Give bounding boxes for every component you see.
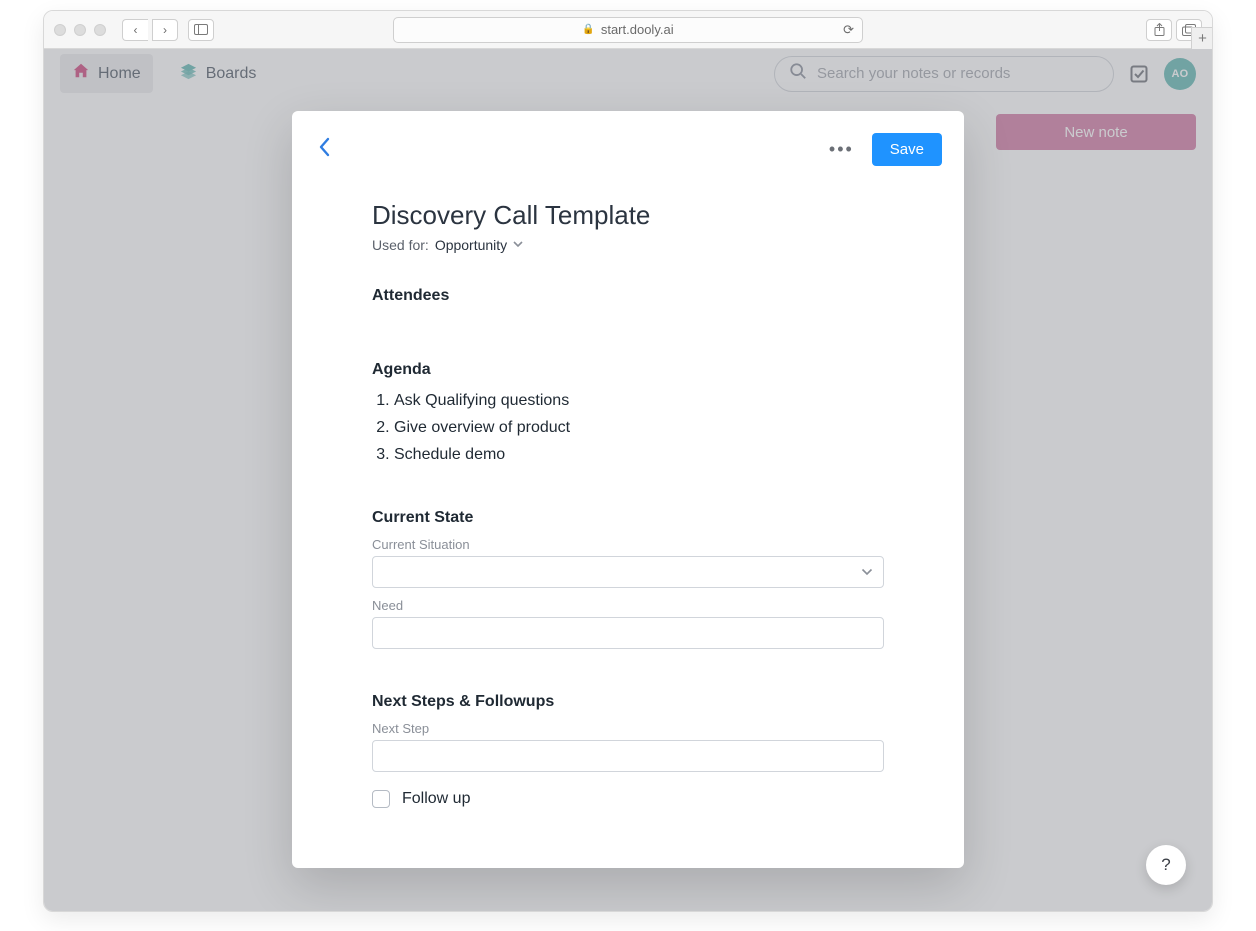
- lock-icon: 🔒: [582, 24, 594, 35]
- template-modal: ••• Save Discovery Call Template Used fo…: [292, 111, 964, 868]
- back-button[interactable]: [314, 134, 336, 166]
- modal-body: Discovery Call Template Used for: Opport…: [292, 172, 964, 808]
- current-situation-select[interactable]: [372, 556, 884, 588]
- chevron-down-icon: [861, 564, 873, 579]
- section-agenda-heading: Agenda: [372, 361, 884, 379]
- modal-topbar: ••• Save: [292, 133, 964, 172]
- modal-actions: ••• Save: [829, 133, 942, 166]
- nav-buttons: ‹ ›: [122, 19, 178, 41]
- sidebar-icon: [194, 24, 208, 35]
- share-button[interactable]: [1146, 19, 1172, 41]
- next-step-input[interactable]: [372, 740, 884, 772]
- sidebar-toggle-button[interactable]: [188, 19, 214, 41]
- share-icon: [1154, 23, 1165, 36]
- more-menu-button[interactable]: •••: [829, 139, 854, 160]
- address-bar[interactable]: 🔒 start.dooly.ai ⟳: [393, 17, 863, 43]
- agenda-item: Ask Qualifying questions: [394, 387, 884, 414]
- section-next-steps-heading: Next Steps & Followups: [372, 693, 884, 711]
- follow-up-row[interactable]: Follow up: [372, 790, 884, 808]
- follow-up-checkbox[interactable]: [372, 790, 390, 808]
- forward-button[interactable]: ›: [152, 19, 178, 41]
- help-icon: ?: [1161, 855, 1170, 875]
- agenda-item: Schedule demo: [394, 441, 884, 468]
- browser-window: ‹ › 🔒 start.dooly.ai ⟳: [43, 10, 1213, 912]
- close-window-icon[interactable]: [54, 24, 66, 36]
- current-situation-label: Current Situation: [372, 537, 884, 552]
- agenda-item: Give overview of product: [394, 414, 884, 441]
- agenda-list: Ask Qualifying questions Give overview o…: [372, 387, 884, 469]
- save-button[interactable]: Save: [872, 133, 942, 166]
- follow-up-label: Follow up: [402, 790, 470, 808]
- app-viewport: Home Boards: [44, 49, 1212, 911]
- section-attendees-heading: Attendees: [372, 287, 884, 305]
- help-button[interactable]: ?: [1146, 845, 1186, 885]
- new-tab-button[interactable]: +: [1191, 27, 1213, 49]
- titlebar: ‹ › 🔒 start.dooly.ai ⟳: [44, 11, 1212, 49]
- next-step-label: Next Step: [372, 721, 884, 736]
- maximize-window-icon[interactable]: [94, 24, 106, 36]
- section-current-state-heading: Current State: [372, 509, 884, 527]
- minimize-window-icon[interactable]: [74, 24, 86, 36]
- refresh-icon[interactable]: ⟳: [843, 22, 854, 38]
- traffic-lights: [54, 24, 106, 36]
- address-bar-wrap: 🔒 start.dooly.ai ⟳: [393, 17, 863, 43]
- used-for-label: Used for:: [372, 237, 429, 253]
- used-for-type: Opportunity: [435, 237, 507, 253]
- back-button[interactable]: ‹: [122, 19, 148, 41]
- template-title: Discovery Call Template: [372, 200, 884, 231]
- chevron-left-icon: [318, 136, 332, 158]
- chevron-down-icon: [513, 239, 523, 251]
- used-for-selector[interactable]: Used for: Opportunity: [372, 237, 884, 253]
- need-label: Need: [372, 598, 884, 613]
- need-input[interactable]: [372, 617, 884, 649]
- address-url: start.dooly.ai: [601, 22, 674, 37]
